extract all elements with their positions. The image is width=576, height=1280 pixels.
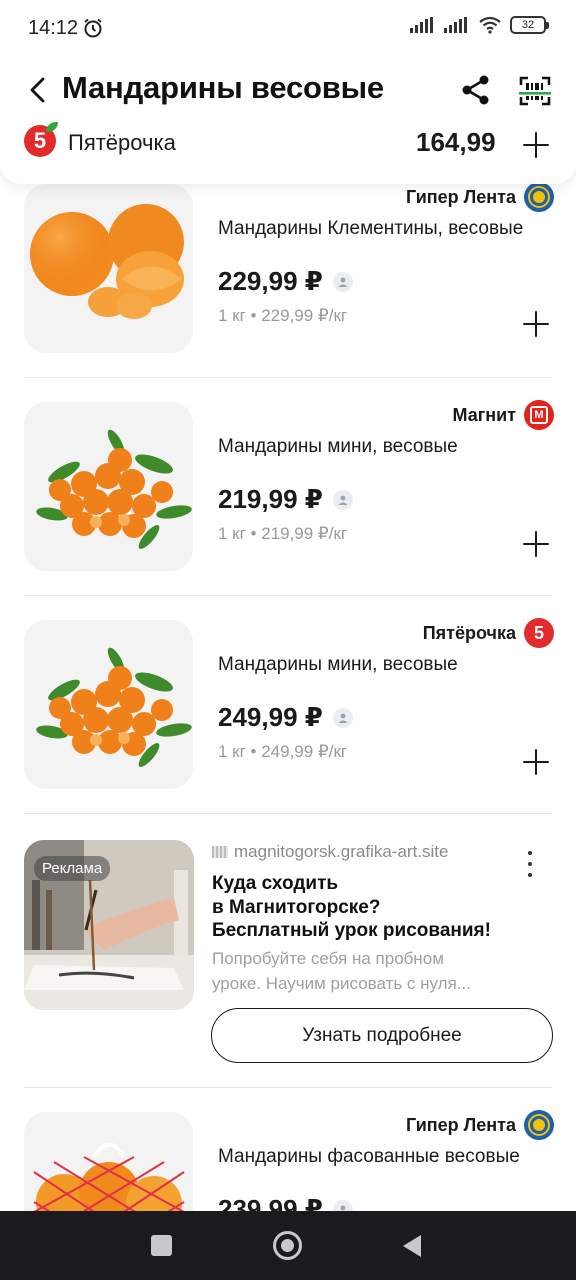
dot-icon: [528, 862, 532, 866]
dot-icon: [528, 873, 532, 877]
store-label: Магнит М: [453, 400, 554, 430]
unit-price: 1 кг • 219,99 ₽/кг: [218, 524, 348, 543]
battery-icon: 32: [510, 16, 549, 34]
status-bar: 14:12 32: [0, 0, 576, 56]
store-name: Пятёрочка: [422, 622, 516, 643]
store-name: Гипер Лента: [405, 1114, 516, 1135]
lenta-logo: [524, 182, 554, 212]
mini-mandarins-illustration: [36, 647, 192, 767]
store-label: Гипер Лента: [406, 182, 554, 212]
favicon-icon: [212, 846, 228, 858]
leaf-icon: [46, 122, 58, 132]
product-price: 219,99 ₽: [218, 484, 323, 514]
product-card[interactable]: Гипер Лента Мандарины Клементины, весовы…: [0, 160, 576, 378]
product-card[interactable]: Пятёрочка 5 Мандарины мини, весовые 249,…: [0, 596, 576, 814]
ad-card[interactable]: Реклама magnitogorsk.grafika-art.site Ку…: [0, 816, 576, 1088]
store-name: Пятёрочка: [68, 130, 176, 155]
pyaterochka-logo-text: 5: [33, 128, 47, 153]
product-image: [24, 184, 193, 353]
store-name: Магнит: [452, 404, 516, 425]
ad-headline[interactable]: Куда сходить в Магнитогорске? Бесплатный…: [212, 872, 491, 943]
user-icon: [332, 271, 353, 292]
unit-price: 1 кг • 249,99 ₽/кг: [218, 742, 348, 761]
product-image: [24, 402, 193, 571]
page-title: Мандарины весовые: [62, 70, 384, 105]
store-label: Пятёрочка 5: [423, 618, 554, 648]
product-title: Мандарины мини, весовые: [218, 654, 458, 675]
ad-badge: Реклама: [34, 856, 111, 881]
product-title: Мандарины Клементины, весовые: [218, 218, 524, 239]
add-to-cart-button[interactable]: [518, 306, 554, 342]
add-to-cart-button[interactable]: [518, 526, 554, 562]
ad-domain-text: magnitogorsk.grafika-art.site: [234, 842, 449, 861]
product-title: Мандарины фасованные весовые: [218, 1146, 520, 1167]
product-title: Мандарины мини, весовые: [218, 436, 458, 457]
clementines-illustration: [30, 204, 184, 319]
divider: [24, 813, 552, 814]
price-row: 219,99 ₽: [218, 484, 353, 515]
learn-more-button[interactable]: Узнать подробнее: [211, 1008, 553, 1063]
dot-icon: [528, 851, 532, 855]
ad-description-line: уроке. Научим рисовать с нуля...: [212, 974, 471, 993]
status-time: 14:12: [28, 17, 79, 39]
mini-mandarins-illustration: [36, 429, 192, 549]
product-card[interactable]: Магнит М Мандарины мини, весовые 219,99 …: [0, 378, 576, 596]
ad-image: Реклама: [24, 840, 194, 1010]
price-row: 229,99 ₽: [218, 266, 353, 297]
share-icon: [462, 75, 489, 105]
ad-description-line: Попробуйте себя на пробном: [212, 949, 444, 968]
system-navigation-bar: [0, 1211, 576, 1280]
back-button[interactable]: [20, 72, 56, 108]
chevron-left-icon: [30, 77, 45, 103]
status-indicators: 32: [410, 16, 549, 34]
system-back-button[interactable]: [403, 1235, 421, 1257]
home-button[interactable]: [273, 1231, 302, 1260]
magnit-logo: М: [524, 400, 554, 430]
price-row: 249,99 ₽: [218, 702, 353, 733]
store-name: Гипер Лента: [405, 186, 516, 207]
product-image: [24, 620, 193, 789]
best-offer-bar[interactable]: 5 Пятёрочка 164,99: [0, 106, 576, 184]
product-price: 249,99 ₽: [218, 702, 323, 732]
more-options-button[interactable]: [516, 848, 544, 880]
ad-description: Попробуйте себя на пробном уроке. Научим…: [212, 946, 512, 996]
ad-headline-line: Куда сходить: [212, 873, 339, 894]
wifi-icon: [479, 16, 501, 34]
share-button[interactable]: [456, 70, 496, 110]
user-icon: [332, 707, 353, 728]
ad-domain[interactable]: magnitogorsk.grafika-art.site: [212, 842, 448, 862]
recent-apps-button[interactable]: [151, 1235, 172, 1256]
add-to-cart-button[interactable]: [518, 744, 554, 780]
battery-level: 32: [521, 19, 535, 31]
signal-icon: [410, 17, 433, 33]
unit-price: 1 кг • 229,99 ₽/кг: [218, 306, 348, 325]
alarm-icon: [84, 18, 102, 38]
pyaterochka-logo: 5: [24, 122, 58, 157]
add-to-cart-button[interactable]: [518, 127, 554, 163]
store-label: Гипер Лента: [406, 1110, 554, 1140]
barcode-scan-icon: [519, 76, 551, 106]
ad-headline-line: Бесплатный урок рисования!: [212, 920, 491, 941]
user-icon: [332, 489, 353, 510]
store-price: 164,99: [416, 127, 496, 157]
signal-icon-2: [444, 17, 467, 33]
product-price: 229,99 ₽: [218, 266, 323, 296]
ad-headline-line: в Магнитогорске?: [212, 896, 381, 918]
pyaterochka-logo: 5: [524, 618, 554, 648]
lenta-logo: [524, 1110, 554, 1140]
